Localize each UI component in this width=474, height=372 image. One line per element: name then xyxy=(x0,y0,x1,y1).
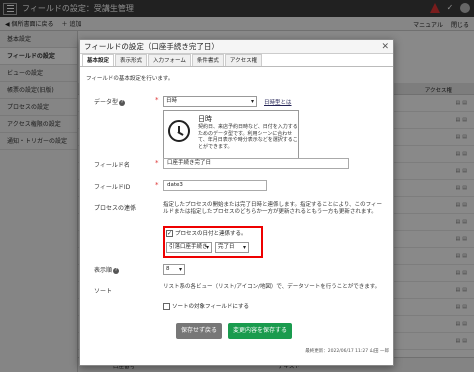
checkbox-checked-icon[interactable]: ✓ xyxy=(166,229,173,237)
field-name-input[interactable]: 口座手続き完了日 xyxy=(163,158,349,169)
data-type-select[interactable]: 日時 xyxy=(163,96,257,107)
required-mark: * xyxy=(155,96,159,104)
display-order-select[interactable]: 8 xyxy=(163,264,185,275)
process-select[interactable]: 引落口座手続き xyxy=(166,242,212,253)
help-icon[interactable]: ? xyxy=(113,267,120,274)
sort-note: リスト系の各ビュー（リスト/アイコン/地図）で、データソートを行うことができます… xyxy=(163,284,381,290)
sort-label: ソート xyxy=(94,288,113,295)
dialog-title: フィールドの設定（口座手続き完了日） xyxy=(84,42,219,51)
help-icon[interactable]: ? xyxy=(119,99,126,106)
dialog-description: フィールドの基本設定を行います。 xyxy=(86,76,174,82)
display-order-label: 表示順? xyxy=(94,267,120,274)
last-updated: 最終更新：2022/06/17 11:27 山田 一郎 xyxy=(305,349,389,354)
info-title: 日時 xyxy=(198,115,212,123)
close-icon[interactable]: ✕ xyxy=(381,40,389,54)
sort-checkbox-row[interactable]: ソートの対象フィールドにする xyxy=(163,302,249,310)
data-type-help-link[interactable]: 日時型とは xyxy=(264,98,292,106)
process-date-select[interactable]: 完了日 xyxy=(215,242,249,253)
dialog-title-bar: フィールドの設定（口座手続き完了日） ✕ xyxy=(80,40,393,54)
tab-display-format[interactable]: 表示形式 xyxy=(115,54,148,66)
checkbox-icon[interactable] xyxy=(163,302,170,310)
tab-input-form[interactable]: 入力フォーム xyxy=(148,54,191,66)
data-type-label: データ型? xyxy=(94,99,126,106)
process-link-checkbox-label: プロセスの日付と連係する。 xyxy=(175,231,247,237)
data-type-info: 日時 契約日、来店予約日時など、日付を入力するためのデータ型です。利用シーンに合… xyxy=(163,110,299,160)
tab-access[interactable]: アクセス権 xyxy=(224,54,263,66)
sort-checkbox-label: ソートの対象フィールドにする xyxy=(172,304,249,310)
process-link-label: プロセスの連係 xyxy=(94,205,137,212)
dialog-tabs: 基本設定 表示形式 入力フォーム 条件書式 アクセス権 xyxy=(80,54,393,67)
field-name-label: フィールド名 xyxy=(94,162,130,169)
tab-conditional-format[interactable]: 条件書式 xyxy=(191,54,224,66)
required-mark: * xyxy=(155,181,159,189)
process-link-checkbox-row[interactable]: ✓ プロセスの日付と連係する。 xyxy=(166,229,247,237)
required-mark: * xyxy=(155,159,159,167)
process-link-note: 指定したプロセスの開始または完了日時と連係します。指定することにより、このフィー… xyxy=(163,202,383,215)
save-button[interactable]: 変更内容を保存する xyxy=(228,323,292,339)
field-id-input[interactable]: date3 xyxy=(163,180,267,191)
info-text: 契約日、来店予約日時など、日付を入力するためのデータ型です。利用シーンに合わせて… xyxy=(198,124,298,150)
clock-icon xyxy=(168,120,190,142)
field-settings-dialog: フィールドの設定（口座手続き完了日） ✕ 基本設定 表示形式 入力フォーム 条件… xyxy=(79,39,394,366)
cancel-button[interactable]: 保存せず戻る xyxy=(176,323,222,339)
tab-basic[interactable]: 基本設定 xyxy=(82,54,115,66)
field-id-label: フィールドID xyxy=(94,184,131,191)
